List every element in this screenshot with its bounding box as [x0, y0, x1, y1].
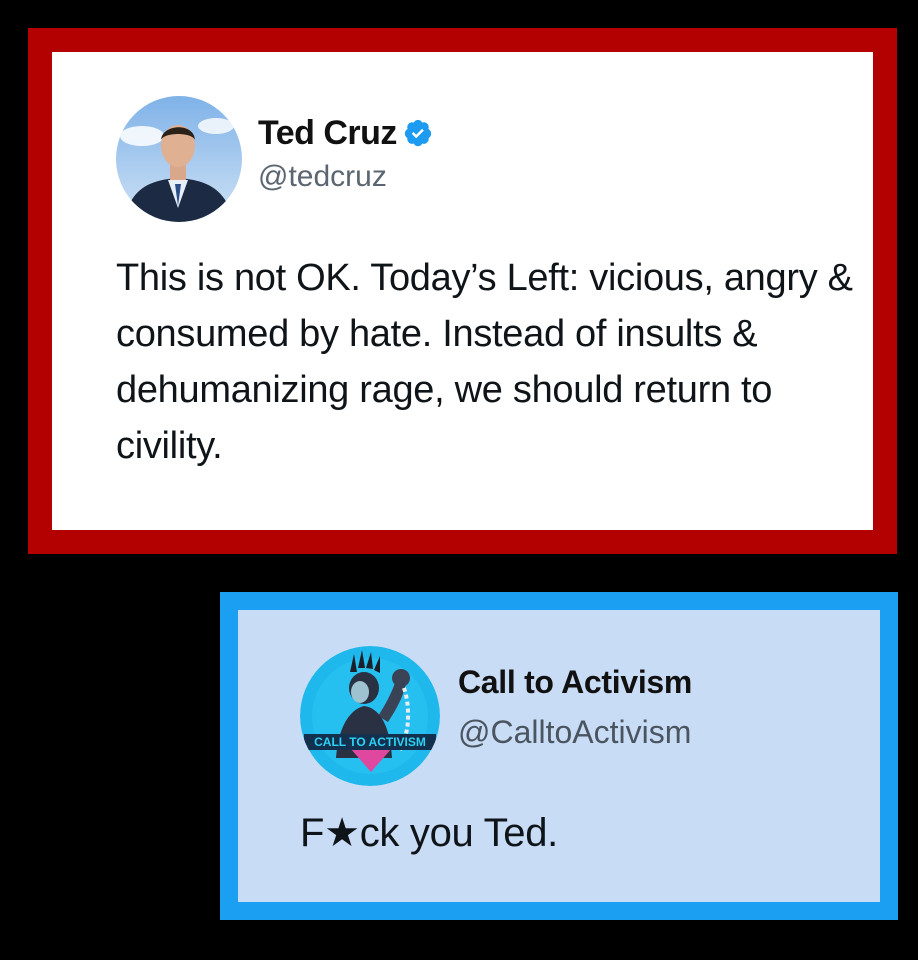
author-name-ted-cruz[interactable]: Ted Cruz [258, 114, 433, 153]
tweet-card-call-to-activism-frame: CALL TO ACTIVISM Call to Activism @Callt… [220, 592, 898, 920]
tweet-text: This is not OK. Today’s Left: vicious, a… [116, 257, 853, 467]
avatar-logo-text: CALL TO ACTIVISM [314, 735, 426, 749]
ted-cruz-avatar-image [116, 96, 242, 222]
tweet-card-ted-cruz: Ted Cruz @tedcruz This is not OK. Today’… [52, 52, 873, 530]
call-to-activism-logo: CALL TO ACTIVISM [300, 646, 440, 786]
verified-badge-icon [404, 119, 432, 147]
call-to-activism-avatar[interactable]: CALL TO ACTIVISM [300, 646, 440, 786]
ted-cruz-avatar[interactable] [116, 96, 242, 222]
author-name-call-to-activism[interactable]: Call to Activism [458, 664, 692, 701]
tweet-card-ted-cruz-frame: Ted Cruz @tedcruz This is not OK. Today’… [28, 28, 897, 554]
reply-text: F★ck you Ted. [300, 811, 558, 855]
author-name-text: Ted Cruz [258, 114, 397, 152]
author-handle-calltoactivism[interactable]: @CalltoActivism [458, 714, 691, 751]
tweet-card-call-to-activism: CALL TO ACTIVISM Call to Activism @Callt… [238, 610, 880, 902]
author-handle-tedcruz[interactable]: @tedcruz [258, 160, 387, 194]
